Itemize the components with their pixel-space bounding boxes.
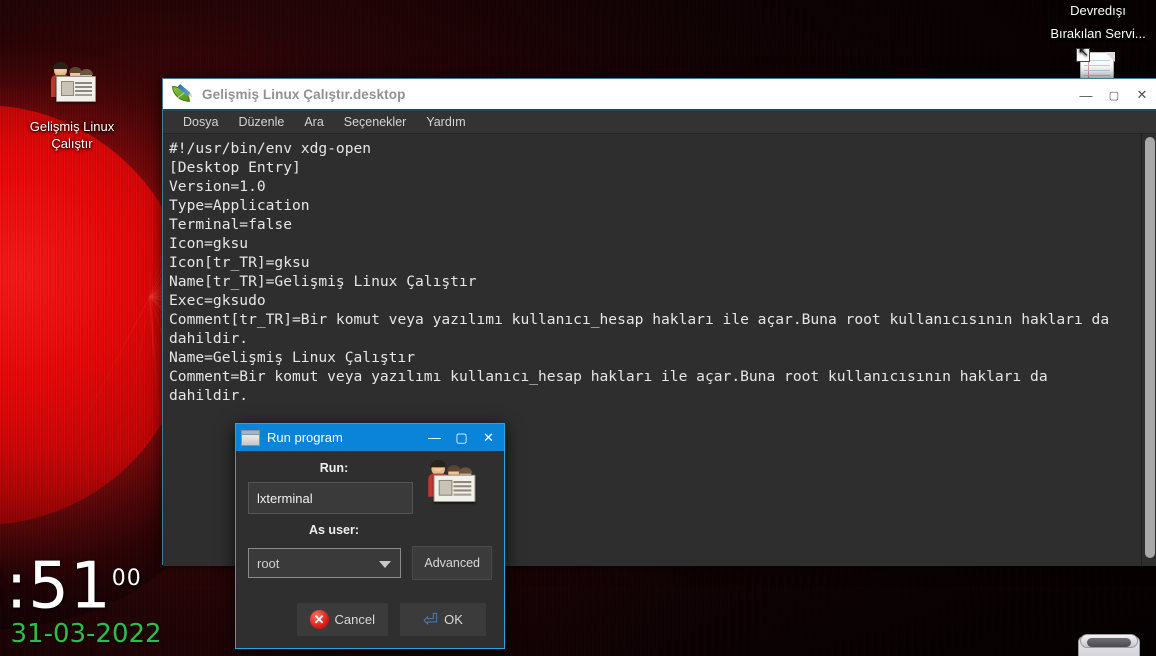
cancel-button-label: Cancel	[334, 612, 375, 627]
clock-date-row: be31-03-2022	[0, 619, 162, 649]
cancel-button[interactable]: ✕ Cancel	[296, 603, 388, 636]
close-icon[interactable]: ✕	[475, 424, 502, 451]
desktop-icon-label-line1: Devredışı	[1070, 3, 1126, 18]
run-command-input[interactable]	[248, 482, 413, 514]
minimize-icon[interactable]: —	[1072, 79, 1100, 111]
clock-seconds: 00	[111, 566, 142, 591]
menu-item-search[interactable]: Ara	[294, 111, 333, 134]
leaf-pencil-icon	[172, 84, 194, 104]
editor-window-controls[interactable]: — ▢ ✕	[1072, 79, 1156, 111]
desktop-icon-gksu-launcher[interactable]: Gelişmiş Linux Çalıştır	[17, 62, 127, 152]
dialog-footer: ✕ Cancel ⏎ OK	[248, 603, 492, 636]
conky-clock-widget: 3:5100 be31-03-2022	[0, 548, 162, 649]
editor-menubar[interactable]: Dosya Düzenle Ara Seçenekler Yardım	[163, 111, 1156, 134]
window-icon	[241, 429, 260, 446]
desktop[interactable]: Gelişmiş Linux Çalıştır Devredışı Bırakı…	[0, 0, 1156, 656]
clock-time: 3:5100	[0, 549, 142, 624]
as-user-row: root Advanced	[248, 546, 492, 580]
gksu-people-card-icon	[17, 62, 127, 112]
enter-arrow-icon: ⏎	[423, 609, 439, 630]
run-program-dialog[interactable]: Run program — ▢ ✕ Run: lxterminal As use…	[235, 423, 505, 649]
menu-item-options[interactable]: Seçenekler	[334, 111, 417, 134]
menu-item-file[interactable]: Dosya	[173, 111, 228, 134]
gksu-people-card-icon	[423, 460, 481, 506]
advanced-button[interactable]: Advanced	[412, 546, 492, 580]
editor-vertical-scrollbar[interactable]	[1141, 134, 1156, 566]
ok-button-label: OK	[444, 612, 463, 627]
cancel-x-icon: ✕	[309, 610, 329, 629]
maximize-icon[interactable]: ▢	[1100, 79, 1128, 111]
ok-button[interactable]: ⏎ OK	[400, 603, 486, 636]
chevron-down-icon	[379, 561, 392, 568]
as-user-label: As user:	[308, 523, 360, 537]
scrollbar-thumb[interactable]	[1145, 137, 1155, 558]
editor-titlebar[interactable]: Gelişmiş Linux Çalıştır.desktop — ▢ ✕	[163, 79, 1156, 111]
desktop-icon-label-line1: Gelişmiş Linux	[29, 119, 115, 134]
menu-item-help[interactable]: Yardım	[416, 111, 475, 134]
shortcut-arrow-overlay-icon	[1076, 45, 1090, 62]
user-select-value: root	[257, 555, 280, 571]
dialog-title: Run program	[267, 430, 343, 445]
desktop-icon-trash[interactable]	[1078, 630, 1140, 656]
minimize-icon[interactable]: —	[421, 424, 448, 451]
trash-bin-icon	[1078, 630, 1140, 656]
editor-title: Gelişmiş Linux Çalıştır.desktop	[202, 86, 406, 102]
dialog-titlebar[interactable]: Run program — ▢ ✕	[236, 424, 504, 451]
desktop-icon-label-line2: Çalıştır	[51, 136, 93, 151]
dialog-body: Run: As user: root Advan	[236, 451, 504, 636]
desktop-icon-label-line2: Bırakılan Servi...	[1050, 26, 1146, 41]
user-select-dropdown[interactable]: root	[248, 548, 402, 578]
dialog-window-controls[interactable]: — ▢ ✕	[421, 424, 502, 451]
run-input-row	[248, 460, 492, 514]
maximize-icon[interactable]: ▢	[448, 424, 475, 451]
clock-date: 31-03-2022	[10, 619, 162, 650]
menu-item-edit[interactable]: Düzenle	[228, 111, 294, 134]
close-icon[interactable]: ✕	[1128, 79, 1156, 111]
